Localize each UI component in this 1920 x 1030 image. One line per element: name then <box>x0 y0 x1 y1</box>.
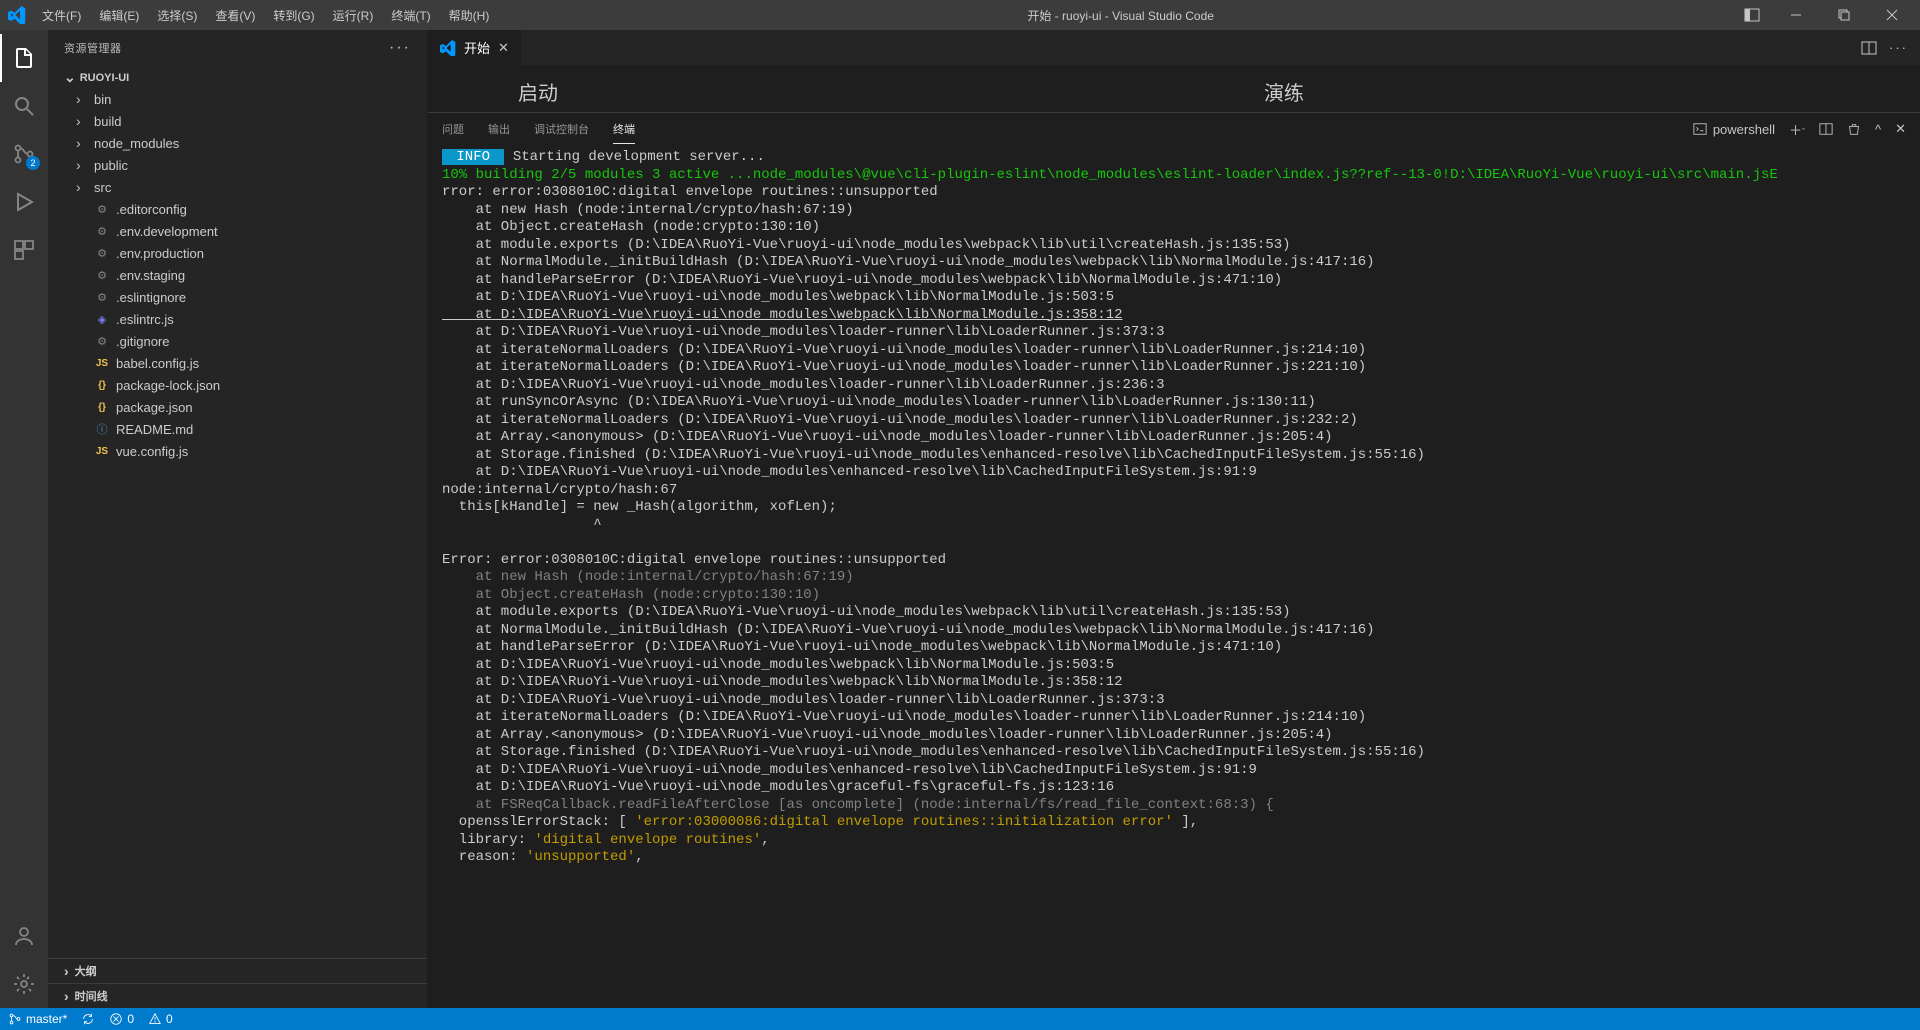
file-env-staging[interactable]: ⚙.env.staging <box>58 264 427 286</box>
vscode-icon <box>8 6 26 24</box>
menu-bar: 文件(F) 编辑(E) 选择(S) 查看(V) 转到(G) 运行(R) 终端(T… <box>34 3 497 28</box>
status-bar: master* 0 0 <box>0 1008 1920 1030</box>
gear-icon: ⚙ <box>94 333 110 349</box>
explorer-project-header[interactable]: RUOYI-UI <box>48 67 427 88</box>
file-readme[interactable]: ⓘREADME.md <box>58 418 427 440</box>
tab-label: 开始 <box>464 38 490 57</box>
file-vue-config[interactable]: JSvue.config.js <box>58 440 427 462</box>
tab-problems[interactable]: 问题 <box>442 115 464 143</box>
chevron-icon <box>64 963 69 979</box>
chevron-down-icon <box>64 69 76 86</box>
activity-settings[interactable] <box>0 960 48 1008</box>
file-eslintrc[interactable]: ◈.eslintrc.js <box>58 308 427 330</box>
panel-maximize-icon[interactable]: ^ <box>1875 122 1881 137</box>
gear-icon: ⚙ <box>94 201 110 217</box>
tab-welcome[interactable]: 开始 ✕ <box>428 30 521 65</box>
folder-bin[interactable]: bin <box>58 88 427 110</box>
gear-icon: ⚙ <box>94 245 110 261</box>
status-branch[interactable]: master* <box>8 1012 67 1026</box>
activity-bar: 2 <box>0 30 48 1008</box>
folder-public[interactable]: public <box>58 154 427 176</box>
menu-file[interactable]: 文件(F) <box>34 3 89 28</box>
gear-icon: ⚙ <box>94 267 110 283</box>
status-sync[interactable] <box>81 1012 95 1026</box>
terminal-output[interactable]: INFO Starting development server...10% b… <box>428 145 1920 1008</box>
status-errors[interactable]: 0 <box>109 1012 134 1026</box>
info-icon: ⓘ <box>94 421 110 437</box>
eslint-icon: ◈ <box>94 311 110 327</box>
file-editorconfig[interactable]: ⚙.editorconfig <box>58 198 427 220</box>
split-terminal-icon[interactable] <box>1819 122 1833 136</box>
menu-goto[interactable]: 转到(G) <box>265 3 322 28</box>
window-maximize[interactable] <box>1824 0 1864 30</box>
gear-icon: ⚙ <box>94 223 110 239</box>
more-actions-icon[interactable]: ··· <box>1889 40 1908 55</box>
sidebar-title-label: 资源管理器 <box>64 40 122 56</box>
json-icon: {} <box>94 399 110 415</box>
chevron-icon <box>76 113 88 129</box>
sidebar-more-icon[interactable]: ··· <box>389 39 411 57</box>
activity-scm[interactable]: 2 <box>0 130 48 178</box>
activity-extensions[interactable] <box>0 226 48 274</box>
sidebar: 资源管理器 ··· RUOYI-UI bin build node_module… <box>48 30 428 1008</box>
panel-tabs: 问题 输出 调试控制台 终端 powershell ＋ˇ ^ ✕ <box>428 113 1920 145</box>
chevron-icon <box>76 157 88 173</box>
menu-view[interactable]: 查看(V) <box>207 3 263 28</box>
layout-icon[interactable] <box>1744 7 1760 23</box>
kill-terminal-icon[interactable] <box>1847 122 1861 136</box>
outline-header[interactable]: 大纲 <box>48 958 427 983</box>
file-package-lock[interactable]: {}package-lock.json <box>58 374 427 396</box>
activity-explorer[interactable] <box>0 34 48 82</box>
json-icon: {} <box>94 377 110 393</box>
window-minimize[interactable] <box>1776 0 1816 30</box>
welcome-walkthrough: 演练 <box>1264 83 1304 105</box>
menu-edit[interactable]: 编辑(E) <box>91 3 147 28</box>
editor-area: 开始 ✕ ··· 启动 演练 问题 输出 调试控制台 终端 powers <box>428 30 1920 1008</box>
activity-account[interactable] <box>0 912 48 960</box>
tab-output[interactable]: 输出 <box>488 115 510 143</box>
welcome-start: 启动 <box>518 83 558 105</box>
chevron-icon <box>76 135 88 151</box>
file-env-prod[interactable]: ⚙.env.production <box>58 242 427 264</box>
title-bar: 文件(F) 编辑(E) 选择(S) 查看(V) 转到(G) 运行(R) 终端(T… <box>0 0 1920 30</box>
tab-terminal[interactable]: 终端 <box>613 115 635 144</box>
file-env-dev[interactable]: ⚙.env.development <box>58 220 427 242</box>
activity-run[interactable] <box>0 178 48 226</box>
new-terminal-icon[interactable]: ＋ˇ <box>1789 120 1805 139</box>
menu-select[interactable]: 选择(S) <box>149 3 205 28</box>
split-editor-icon[interactable] <box>1861 40 1877 56</box>
window-close[interactable] <box>1872 0 1912 30</box>
timeline-header[interactable]: 时间线 <box>48 983 427 1008</box>
file-babel-config[interactable]: JSbabel.config.js <box>58 352 427 374</box>
folder-build[interactable]: build <box>58 110 427 132</box>
activity-search[interactable] <box>0 82 48 130</box>
panel-close-icon[interactable]: ✕ <box>1895 121 1906 137</box>
vscode-icon <box>440 40 456 56</box>
menu-terminal[interactable]: 终端(T) <box>383 3 438 28</box>
terminal-shell-selector[interactable]: powershell <box>1693 122 1775 137</box>
menu-run[interactable]: 运行(R) <box>325 3 382 28</box>
window-title: 开始 - ruoyi-ui - Visual Studio Code <box>497 7 1744 24</box>
file-eslintignore[interactable]: ⚙.eslintignore <box>58 286 427 308</box>
file-package[interactable]: {}package.json <box>58 396 427 418</box>
scm-badge: 2 <box>26 156 40 170</box>
chevron-icon <box>76 179 88 195</box>
js-icon: JS <box>94 443 110 459</box>
tab-debug-console[interactable]: 调试控制台 <box>534 115 589 143</box>
chevron-icon <box>64 988 69 1004</box>
editor-tabs: 开始 ✕ ··· <box>428 30 1920 65</box>
folder-node-modules[interactable]: node_modules <box>58 132 427 154</box>
gear-icon: ⚙ <box>94 289 110 305</box>
menu-help[interactable]: 帮助(H) <box>441 3 498 28</box>
file-gitignore[interactable]: ⚙.gitignore <box>58 330 427 352</box>
js-icon: JS <box>94 355 110 371</box>
close-icon[interactable]: ✕ <box>498 40 509 56</box>
project-name: RUOYI-UI <box>80 72 130 84</box>
status-warnings[interactable]: 0 <box>148 1012 173 1026</box>
chevron-icon <box>76 91 88 107</box>
folder-src[interactable]: src <box>58 176 427 198</box>
